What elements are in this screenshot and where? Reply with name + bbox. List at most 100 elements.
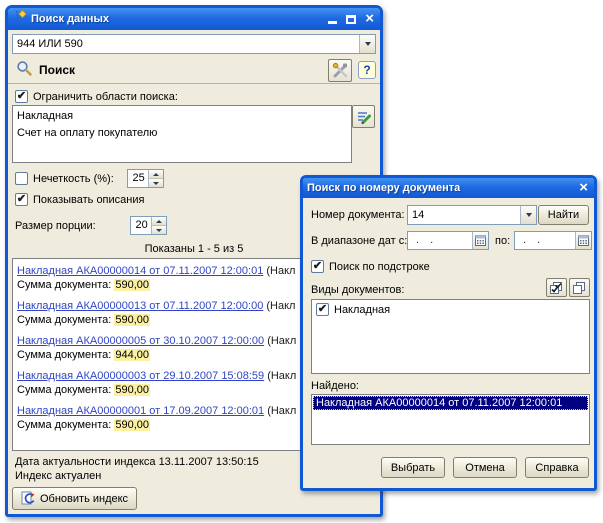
sum-label: Сумма документа: (17, 314, 111, 326)
substring-search-checkbox[interactable]: ✔ (311, 260, 324, 273)
search-query-combobox[interactable]: 944 ИЛИ 590 (12, 34, 376, 54)
sum-value-highlighted: 590,00 (114, 279, 150, 291)
check-all-icon (549, 281, 564, 295)
spin-down-button[interactable] (149, 178, 163, 187)
show-descriptions-row: ✔ Показывать описания (15, 193, 144, 206)
result-description: (Накл (263, 300, 295, 312)
calendar-icon (475, 235, 486, 246)
result-link[interactable]: Накладная АКА00000003 от 29.10.2007 15:0… (17, 370, 264, 382)
substring-search-row: ✔ Поиск по подстроке (311, 260, 430, 273)
found-item-selected[interactable]: Накладная АКА00000014 от 07.11.2007 12:0… (313, 396, 588, 410)
find-button[interactable]: Найти (538, 205, 589, 225)
sum-value-highlighted: 590,00 (114, 314, 150, 326)
check-all-button[interactable] (546, 278, 567, 297)
found-label: Найдено: (311, 380, 359, 392)
magnifier-icon (16, 60, 33, 80)
calendar-icon (578, 235, 589, 246)
doc-number-combobox[interactable]: 14 (407, 205, 537, 225)
edit-areas-button[interactable] (352, 105, 375, 128)
uncheck-all-button[interactable] (569, 278, 590, 297)
date-from-field[interactable]: . . (407, 231, 489, 250)
search-areas-list[interactable]: Накладная Счет на оплату покупателю (12, 105, 352, 163)
result-link[interactable]: Накладная АКА00000014 от 07.11.2007 12:0… (17, 265, 263, 277)
sum-label: Сумма документа: (17, 384, 111, 396)
portion-size-value[interactable]: 20 (131, 217, 151, 234)
search-query-value[interactable]: 944 ИЛИ 590 (13, 38, 359, 50)
spin-up-button[interactable] (152, 217, 166, 225)
doc-number-label: Номер документа: (311, 209, 405, 221)
close-button[interactable]: × (365, 12, 374, 26)
doc-type-item[interactable]: ✔ Накладная (316, 303, 585, 316)
maximize-button[interactable] (346, 15, 356, 24)
list-item[interactable]: Счет на оплату покупателю (17, 125, 347, 142)
limit-areas-checkbox[interactable]: ✔ (15, 90, 28, 103)
fuzziness-label: Нечеткость (%): (33, 173, 114, 185)
help-button[interactable]: Справка (525, 457, 589, 478)
index-status-label: Индекс актуален (15, 470, 101, 482)
sum-value-highlighted: 590,00 (114, 384, 150, 396)
tools-icon (332, 62, 349, 79)
sum-label: Сумма документа: (17, 349, 111, 361)
refresh-index-label: Обновить индекс (40, 493, 128, 505)
found-list[interactable]: Накладная АКА00000014 от 07.11.2007 12:0… (311, 394, 590, 445)
index-date-label: Дата актуальности индекса 13.11.2007 13:… (15, 456, 259, 468)
query-dropdown-button[interactable] (359, 35, 375, 53)
limit-areas-label: Ограничить области поиска: (33, 91, 178, 103)
doc-number-search-dialog: Поиск по номеру документа × Номер докуме… (300, 175, 597, 491)
date-from-calendar-button[interactable] (472, 232, 488, 249)
titlebar[interactable]: Поиск данных × (8, 8, 380, 30)
portion-size-row: Размер порции: 20 (15, 216, 167, 235)
doc-type-label: Накладная (334, 304, 390, 316)
portion-size-spinner[interactable]: 20 (130, 216, 167, 235)
dialog-close-button[interactable]: × (579, 181, 588, 195)
list-item[interactable]: Накладная (17, 108, 347, 125)
result-description: (Накл (264, 370, 296, 382)
refresh-icon (21, 491, 36, 506)
dialog-button-row: Выбрать Отмена Справка (381, 457, 589, 478)
fuzziness-spinner[interactable]: 25 (127, 169, 164, 188)
fuzziness-value[interactable]: 25 (128, 170, 148, 187)
date-to-calendar-button[interactable] (575, 232, 591, 249)
date-to-value[interactable]: . . (515, 232, 575, 249)
doc-number-value[interactable]: 14 (408, 209, 520, 221)
doc-types-list[interactable]: ✔ Накладная (311, 299, 590, 374)
result-description: (Накл (264, 335, 296, 347)
doc-type-checkbox[interactable]: ✔ (316, 303, 329, 316)
result-link[interactable]: Накладная АКА00000005 от 30.10.2007 12:0… (17, 335, 264, 347)
result-link[interactable]: Накладная АКА00000001 от 17.09.2007 12:0… (17, 405, 264, 417)
refresh-index-button[interactable]: Обновить индекс (12, 487, 137, 510)
result-link[interactable]: Накладная АКА00000013 от 07.11.2007 12:0… (17, 300, 263, 312)
spin-down-button[interactable] (152, 225, 166, 234)
date-to-field[interactable]: . . (514, 231, 592, 250)
search-header-band: Поиск ? (8, 57, 380, 84)
edit-list-icon (356, 109, 372, 125)
sum-label: Сумма документа: (17, 419, 111, 431)
spin-up-button[interactable] (149, 170, 163, 178)
sum-label: Сумма документа: (17, 279, 111, 291)
result-description: (Накл (263, 265, 295, 277)
result-description: (Накл (264, 405, 296, 417)
fuzziness-checkbox[interactable] (15, 172, 28, 185)
doc-number-dropdown-button[interactable] (520, 206, 536, 224)
window-title: Поиск данных (31, 13, 324, 25)
uncheck-all-icon (572, 281, 587, 295)
window-icon (12, 10, 27, 28)
dialog-title: Поиск по номеру документа (307, 182, 575, 194)
doc-types-label: Виды документов: (311, 284, 404, 296)
limit-areas-row: ✔ Ограничить области поиска: (15, 90, 178, 103)
substring-search-label: Поиск по подстроке (329, 261, 430, 273)
minimize-button[interactable] (328, 21, 337, 24)
search-settings-button[interactable] (328, 59, 352, 82)
portion-size-label: Размер порции: (15, 220, 96, 232)
sum-value-highlighted: 590,00 (114, 419, 150, 431)
dialog-titlebar[interactable]: Поиск по номеру документа × (303, 178, 594, 198)
search-caption: Поиск (39, 63, 322, 77)
show-descriptions-checkbox[interactable]: ✔ (15, 193, 28, 206)
sum-value-highlighted: 944,00 (114, 349, 150, 361)
show-descriptions-label: Показывать описания (33, 194, 144, 206)
date-to-label: по: (495, 235, 510, 247)
select-button[interactable]: Выбрать (381, 457, 445, 478)
help-button[interactable]: ? (358, 61, 376, 79)
cancel-button[interactable]: Отмена (453, 457, 517, 478)
date-from-value[interactable]: . . (408, 232, 472, 249)
